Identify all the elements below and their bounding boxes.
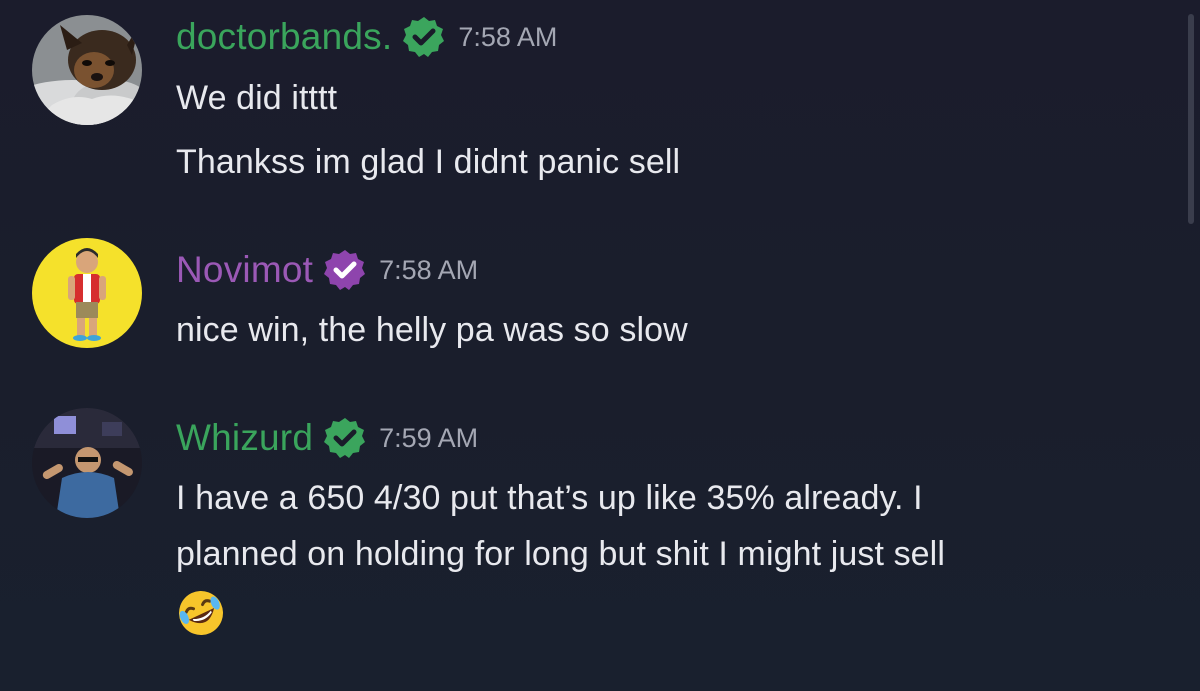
timestamp: 7:59 AM [379, 423, 479, 453]
avatar-dog-image [32, 15, 142, 125]
username[interactable]: Whizurd [176, 416, 313, 460]
avatar[interactable] [32, 408, 142, 518]
avatar-cartoon-person-image [32, 238, 142, 348]
avatar[interactable] [32, 238, 142, 348]
avatar-party-photo-image [32, 408, 142, 518]
avatar[interactable] [32, 15, 142, 125]
message-header: Novimot 7:58 AM [176, 248, 478, 292]
timestamp: 7:58 AM [379, 255, 479, 285]
chat-view: doctorbands. 7:58 AM We did itttt Thanks… [0, 0, 1200, 691]
verified-check-icon [402, 15, 446, 59]
message-text: nice win, the helly pa was so slow [176, 311, 688, 349]
message-header: doctorbands. 7:58 AM [176, 15, 557, 59]
message-text: I have a 650 4/30 put that’s up like 35%… [176, 479, 923, 517]
username[interactable]: doctorbands. [176, 15, 392, 59]
message-header: Whizurd 7:59 AM [176, 416, 478, 460]
message-text: Thankss im glad I didnt panic sell [176, 143, 681, 181]
verified-check-icon [323, 248, 367, 292]
message-text: We did itttt [176, 79, 338, 117]
rolling-on-floor-laughing-emoji [174, 586, 228, 640]
verified-check-icon [323, 416, 367, 460]
timestamp: 7:58 AM [458, 22, 558, 52]
scrollbar[interactable] [1188, 14, 1194, 224]
message-text: planned on holding for long but shit I m… [176, 535, 945, 573]
username[interactable]: Novimot [176, 248, 313, 292]
